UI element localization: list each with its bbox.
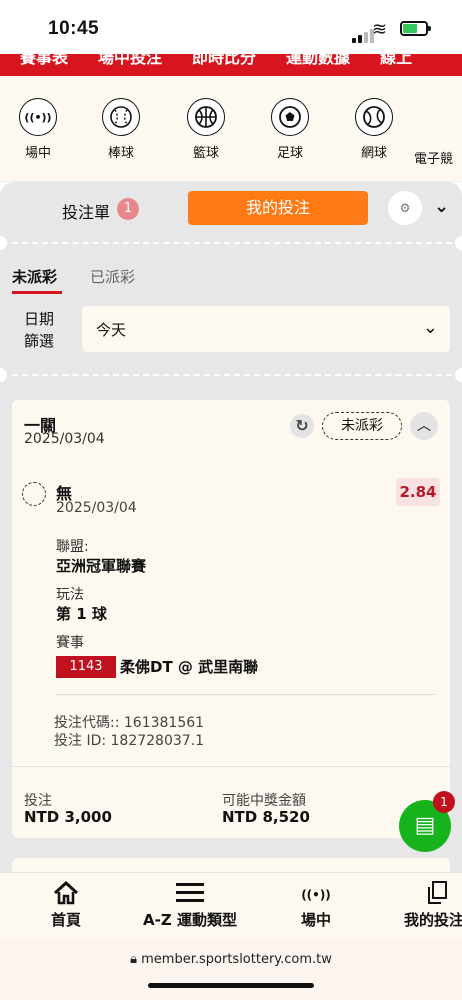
copy-icon — [404, 881, 462, 909]
event-label: 賽事 — [56, 635, 84, 651]
potential-win-value: NTD 8,520 — [222, 808, 310, 826]
divider — [12, 766, 450, 767]
gear-icon: ⚙ — [399, 201, 411, 215]
home-indicator — [148, 983, 314, 988]
status-bar: 10:45 ≋ — [0, 0, 462, 54]
floating-count-badge: 1 — [433, 791, 455, 813]
ticket-notch — [455, 236, 462, 250]
lock-icon: 🔒︎ — [130, 952, 137, 967]
betslip-count-badge: 1 — [117, 198, 139, 220]
top-nav-item[interactable]: 即時比分 — [192, 54, 256, 68]
potential-win-label: 可能中獎金額 — [222, 793, 306, 809]
bottom-nav: 首頁 A-Z 運動類型 ((•)) 場中 我的投注 — [0, 872, 462, 938]
top-nav-item[interactable]: 線上 — [380, 54, 412, 68]
top-nav-item[interactable]: 運動數據 — [286, 54, 350, 68]
soccer-icon — [271, 98, 309, 136]
nav-item-live[interactable]: ((•)) 場中 — [294, 881, 338, 930]
date-filter-select[interactable]: 今天 ⌄ — [82, 306, 450, 352]
active-tab-indicator — [12, 291, 62, 294]
ticket-notch — [455, 368, 462, 382]
sport-item-soccer[interactable]: 足球 — [250, 98, 330, 161]
sport-item-tennis[interactable]: 網球 — [334, 98, 414, 161]
chevron-down-icon: ⌄ — [422, 317, 438, 338]
chevron-up-icon[interactable]: ︿ — [410, 412, 438, 440]
selection-date: 2025/03/04 — [56, 500, 137, 516]
date-filter-value: 今天 — [96, 321, 127, 339]
divider — [56, 694, 436, 695]
live-icon: ((•)) — [19, 98, 57, 136]
browser-url-bar[interactable]: 🔒︎ member.sportslottery.com.tw — [0, 938, 462, 1000]
odds-badge: 2.84 — [396, 478, 440, 506]
sport-item-basketball[interactable]: 籃球 — [166, 98, 246, 161]
settings-button[interactable]: ⚙ — [388, 191, 422, 225]
url-text: 🔒︎ member.sportslottery.com.tw — [130, 952, 332, 967]
baseball-icon — [102, 98, 140, 136]
tab-unsettled[interactable]: 未派彩 — [12, 266, 57, 287]
market-value: 第 1 球 — [56, 605, 107, 623]
home-icon — [44, 880, 88, 909]
sport-item-live[interactable]: ((•)) 場中 — [0, 98, 78, 161]
sports-nav: ((•)) 場中 棒球 籃球 足球 網球 電子競 — [0, 76, 462, 182]
top-nav-item[interactable]: 場中投注 — [98, 54, 162, 68]
sport-item-baseball[interactable]: 棒球 — [81, 98, 161, 161]
top-nav-bar: 賽事表 場中投注 即時比分 運動數據 線上 — [0, 54, 462, 76]
battery-icon — [400, 21, 431, 36]
refresh-icon[interactable]: ↻ — [290, 414, 314, 438]
divider — [12, 374, 452, 376]
tab-settled[interactable]: 已派彩 — [90, 266, 135, 287]
chevron-down-icon[interactable]: ⌄ — [434, 196, 449, 217]
wifi-icon: ≋ — [372, 19, 388, 40]
ticket-notch — [0, 368, 7, 382]
date-filter-label: 日期 篩選 — [24, 310, 55, 350]
divider — [12, 242, 452, 244]
sport-item-esports[interactable]: 電子競 — [414, 98, 462, 167]
stake-value: NTD 3,000 — [24, 808, 112, 826]
nav-item-sports-az[interactable]: A-Z 運動類型 — [140, 881, 240, 930]
league-value: 亞洲冠軍聯賽 — [56, 557, 147, 575]
market-label: 玩法 — [56, 587, 84, 603]
bet-status-badge: 未派彩 — [322, 412, 402, 440]
event-name: 柔佛DT @ 武里南聯 — [120, 658, 259, 676]
event-number-badge: 1143 — [56, 656, 116, 678]
league-label: 聯盟: — [56, 539, 89, 555]
bet-panel: 投注單 1 我的投注 ⚙ ⌄ 未派彩 已派彩 日期 篩選 今天 ⌄ 一關 202… — [0, 182, 462, 872]
top-nav-item[interactable]: 賽事表 — [20, 54, 68, 68]
bet-id: 投注 ID: 182728037.1 — [54, 733, 205, 749]
my-bets-button[interactable]: 我的投注 — [188, 191, 368, 225]
bet-card: 一關 2025/03/04 ↻ 未派彩 ︿ 無 2025/03/04 2.84 … — [12, 400, 450, 838]
clipboard-icon: ▤ — [414, 813, 436, 838]
bet-date: 2025/03/04 — [24, 431, 105, 447]
menu-icon — [140, 881, 240, 909]
betslip-tab[interactable]: 投注單 — [62, 199, 110, 223]
selection-indicator — [22, 482, 46, 506]
stake-label: 投注 — [24, 793, 52, 809]
ticket-notch — [0, 236, 7, 250]
live-icon: ((•)) — [301, 888, 331, 902]
nav-item-my-bets[interactable]: 我的投注 — [404, 881, 462, 930]
bet-code: 投注代碼:: 161381561 — [54, 715, 205, 731]
clock: 10:45 — [48, 18, 100, 39]
tennis-icon — [355, 98, 393, 136]
nav-item-home[interactable]: 首頁 — [44, 880, 88, 930]
basketball-icon — [187, 98, 225, 136]
